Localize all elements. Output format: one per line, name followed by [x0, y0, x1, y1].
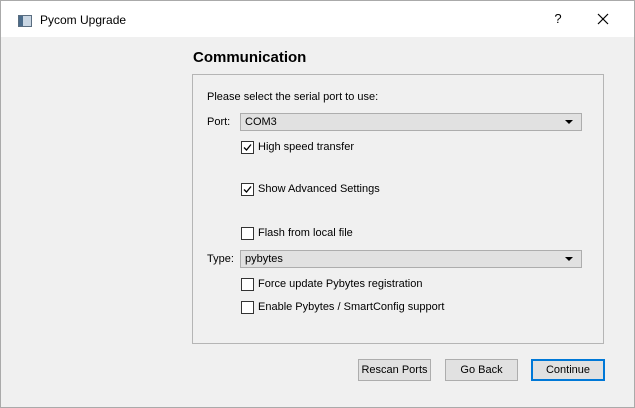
- title-bar: Pycom Upgrade ?: [1, 1, 634, 37]
- checkbox-label: Enable Pybytes / SmartConfig support: [258, 301, 445, 313]
- checkmark-icon: [243, 144, 252, 151]
- checkbox-box: [241, 183, 254, 196]
- help-button[interactable]: ?: [547, 7, 569, 31]
- checkbox-box: [241, 301, 254, 314]
- rescan-ports-button[interactable]: Rescan Ports: [358, 359, 431, 381]
- checkbox-label: Flash from local file: [258, 227, 353, 239]
- window-title: Pycom Upgrade: [40, 13, 127, 27]
- continue-button[interactable]: Continue: [531, 359, 605, 381]
- port-select[interactable]: COM3: [240, 113, 582, 131]
- checkbox-label: Force update Pybytes registration: [258, 278, 423, 290]
- checkmark-icon: [243, 186, 252, 193]
- type-select-value: pybytes: [245, 253, 283, 265]
- checkbox-box: [241, 141, 254, 154]
- app-window-icon: [18, 15, 32, 27]
- port-select-value: COM3: [245, 116, 277, 128]
- checkbox-box: [241, 278, 254, 291]
- chevron-down-icon: [565, 257, 573, 261]
- type-label: Type:: [207, 253, 234, 265]
- type-select[interactable]: pybytes: [240, 250, 582, 268]
- close-button[interactable]: [588, 7, 618, 31]
- checkbox-label: Show Advanced Settings: [258, 183, 380, 195]
- close-icon: [597, 13, 609, 25]
- port-label: Port:: [207, 116, 231, 128]
- settings-panel: Please select the serial port to use: Po…: [192, 74, 604, 344]
- checkbox-label: High speed transfer: [258, 141, 354, 153]
- dialog-window: Pycom Upgrade ? Communication Please sel…: [0, 0, 635, 408]
- page-title: Communication: [193, 49, 307, 66]
- checkbox-box: [241, 227, 254, 240]
- chevron-down-icon: [565, 120, 573, 124]
- go-back-button[interactable]: Go Back: [445, 359, 518, 381]
- serial-port-prompt: Please select the serial port to use:: [207, 91, 379, 103]
